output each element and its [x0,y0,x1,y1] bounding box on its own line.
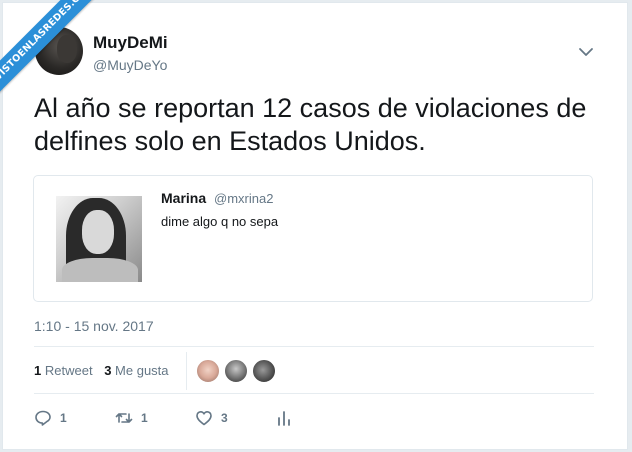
analytics-button[interactable] [275,407,293,429]
timestamp[interactable]: 1:10 - 15 nov. 2017 [34,318,154,334]
analytics-icon [278,411,290,426]
action-bar: 1 1 3 [34,407,334,429]
like-count: 3 [221,411,228,425]
author-handle[interactable]: @MuyDeYo [93,57,167,73]
quoted-tweet[interactable]: Marina @mxrina2 dime algo q no sepa [33,175,593,302]
liker-avatar[interactable] [252,359,276,383]
retweets-count: 1 [34,363,42,378]
likes-count: 3 [104,363,112,378]
quoted-author-name: Marina [161,190,207,206]
quoted-tweet-avatar [56,196,142,282]
likes-stat[interactable]: 3 Me gusta [104,363,168,378]
chevron-down-icon[interactable] [577,43,595,61]
quoted-tweet-text: dime algo q no sepa [161,214,279,229]
divider [34,393,594,394]
reply-count: 1 [60,411,67,425]
author-name[interactable]: MuyDeMi [93,33,168,53]
divider [34,346,594,347]
retweet-button[interactable]: 1 [115,407,148,429]
engagement-stats: 1 Retweet 3 Me gusta [34,363,177,378]
retweet-count: 1 [141,411,148,425]
reply-icon [35,410,51,426]
retweets-label: Retweet [44,363,93,378]
like-button[interactable]: 3 [195,407,228,429]
retweet-icon [115,413,133,423]
liker-avatar[interactable] [224,359,248,383]
stats-separator [186,352,187,390]
reply-button[interactable]: 1 [34,407,67,429]
tweet-card: VISTOENLASREDES.COM MuyDeMi @MuyDeYo Al … [0,0,628,450]
heart-icon [196,411,212,426]
tweet-text: Al año se reportan 12 casos de violacion… [34,93,587,156]
quoted-author-handle: @mxrina2 [214,191,274,206]
likes-label: Me gusta [115,363,169,378]
liker-avatar[interactable] [196,359,220,383]
retweets-stat[interactable]: 1 Retweet [34,363,93,378]
